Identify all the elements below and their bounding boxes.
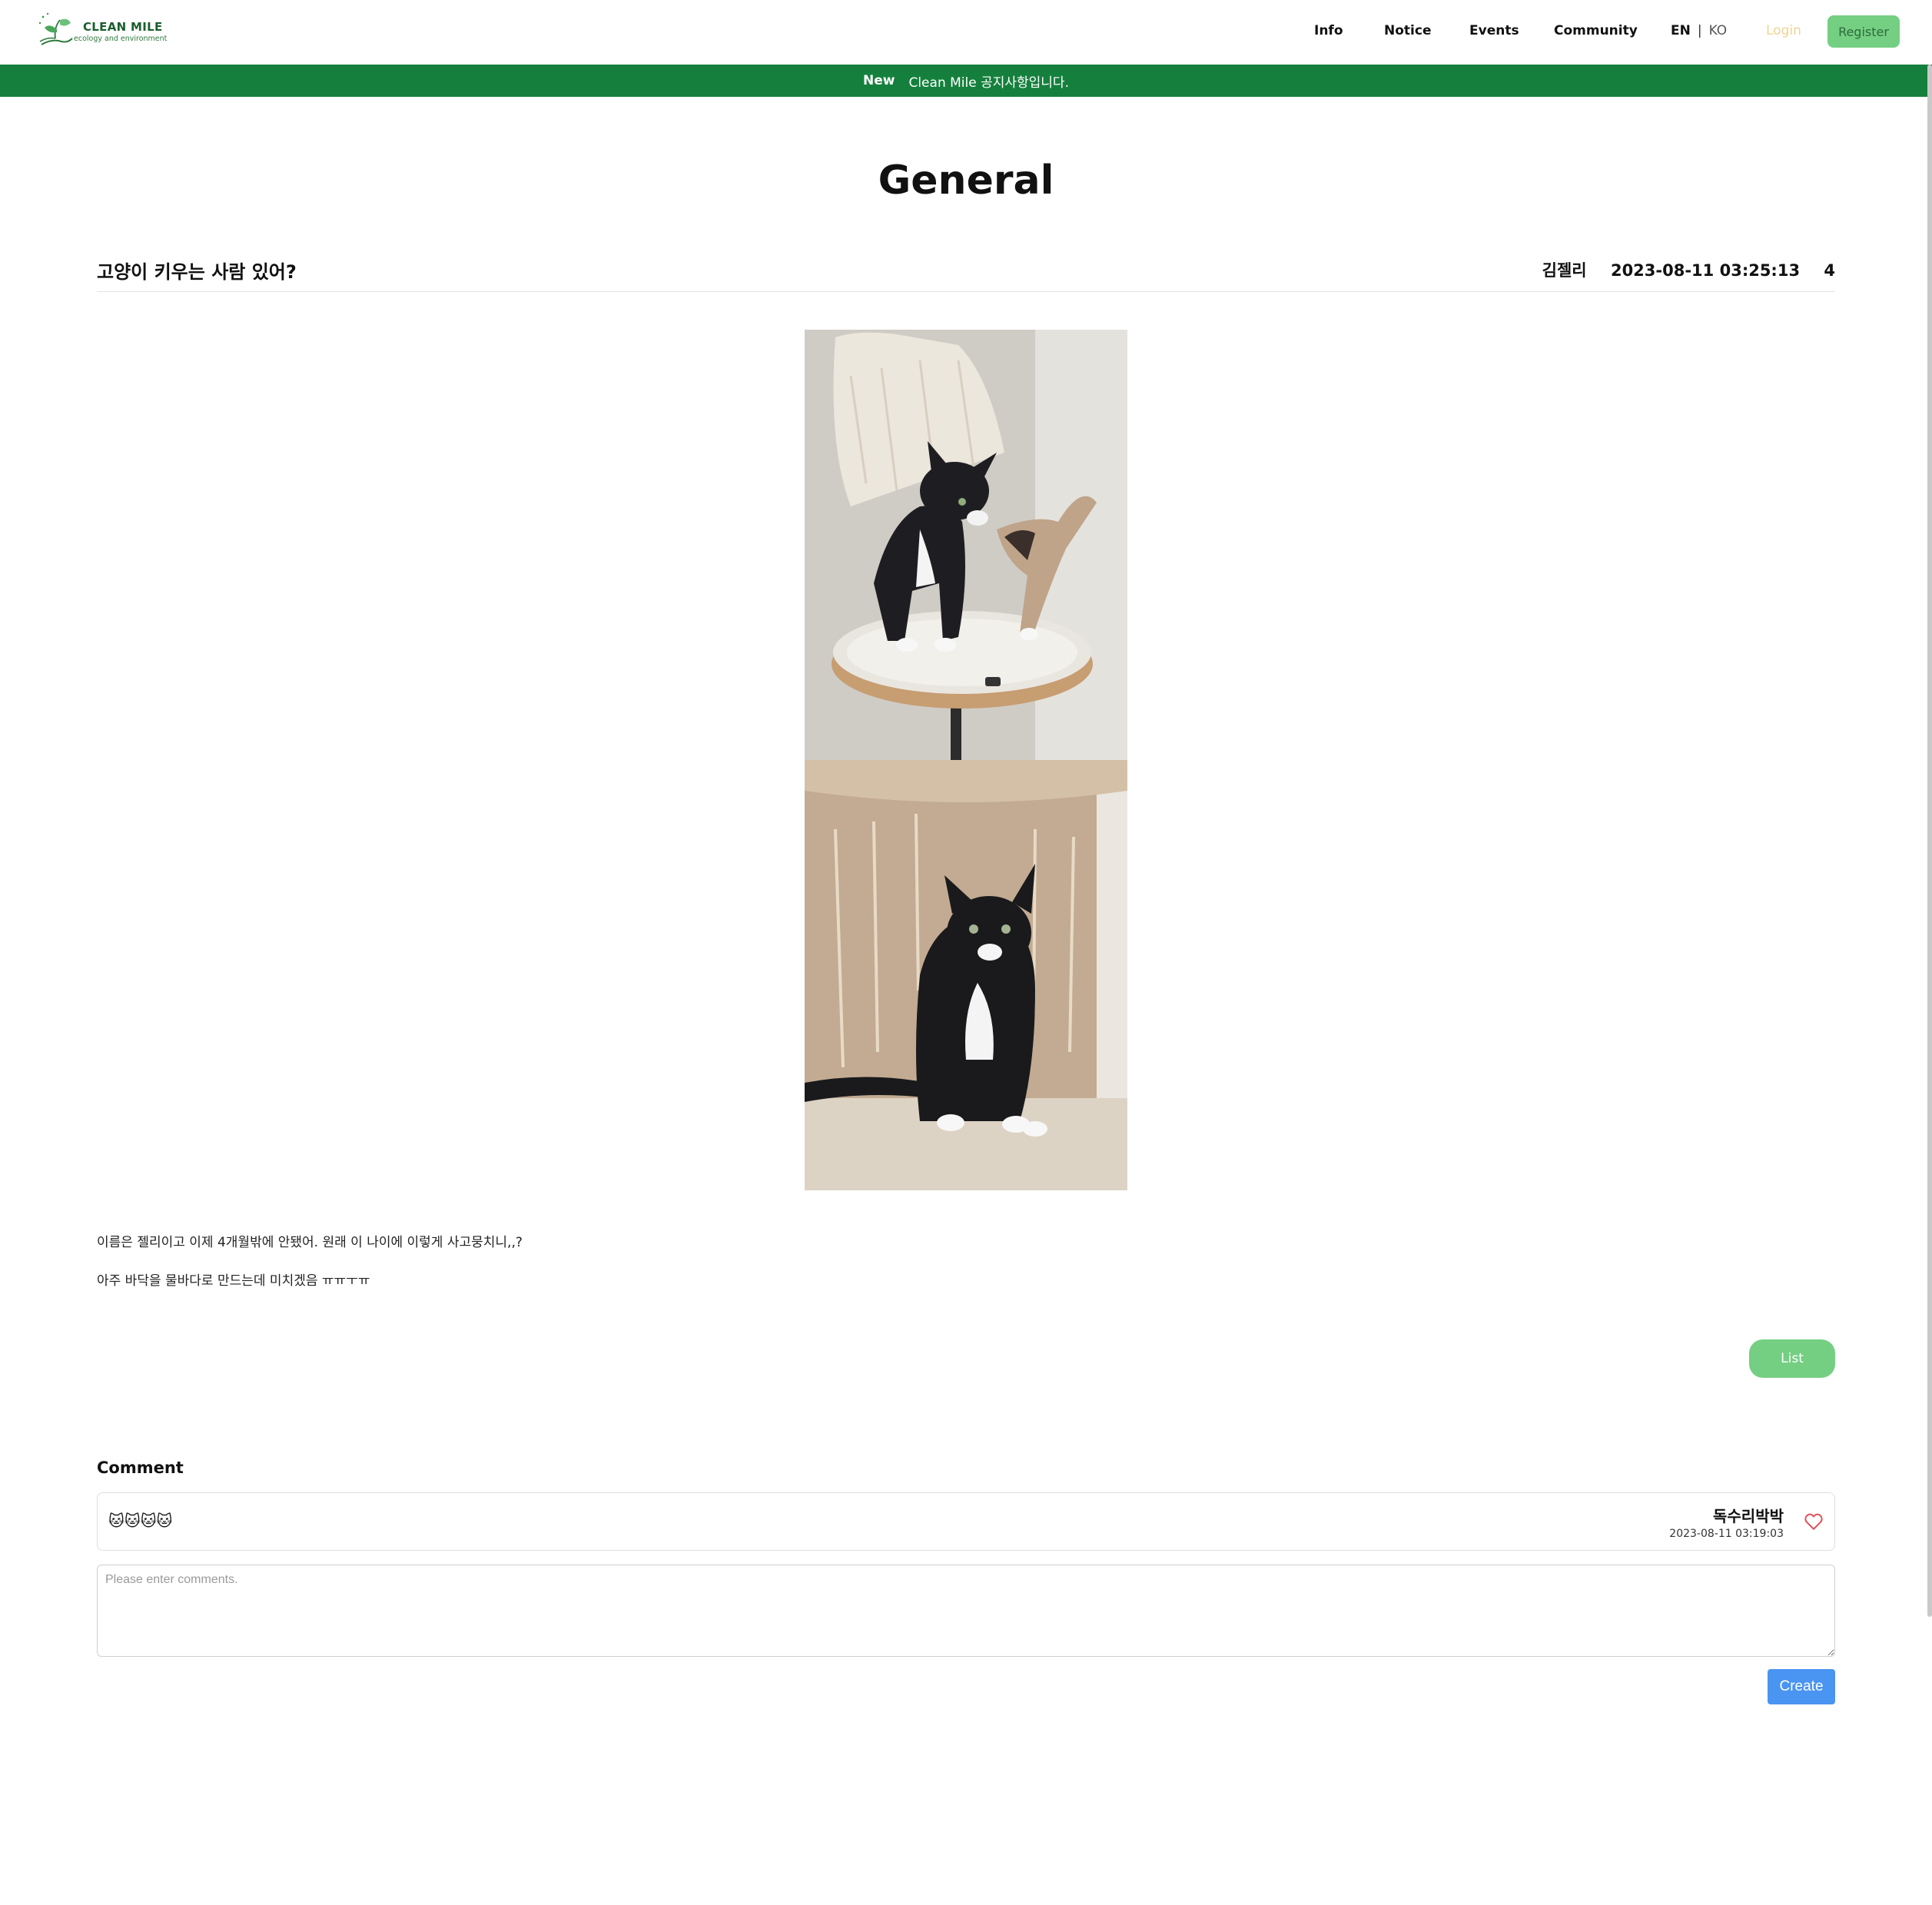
nav-info[interactable]: Info <box>1314 23 1343 38</box>
post-photo-kitten-on-platform <box>805 330 1127 760</box>
logo-leaf-icon <box>38 12 73 45</box>
lang-separator: | <box>1697 23 1702 38</box>
list-button[interactable]: List <box>1749 1339 1835 1378</box>
lang-ko[interactable]: KO <box>1709 23 1728 38</box>
heart-icon[interactable] <box>1804 1512 1824 1532</box>
comment-author: 독수리박박 <box>1713 1507 1784 1525</box>
nav-community[interactable]: Community <box>1554 23 1638 38</box>
post-body: 이름은 젤리이고 이제 4개월밖에 안됐어. 원래 이 나이에 이렇게 사고뭉치… <box>97 1223 523 1300</box>
notice-new-badge: New <box>863 73 895 88</box>
post-author: 김젤리 <box>1542 261 1587 280</box>
page-title: General <box>878 158 1054 204</box>
language-switcher: EN | KO <box>1671 23 1727 38</box>
notice-text: Clean Mile 공지사항입니다. <box>908 75 1069 91</box>
lang-en[interactable]: EN <box>1671 23 1691 38</box>
post-date: 2023-08-11 03:25:13 <box>1610 261 1801 280</box>
post-views: 4 <box>1824 261 1835 280</box>
page-scrollbar[interactable] <box>1927 65 1932 1617</box>
nav-notice[interactable]: Notice <box>1384 23 1431 38</box>
site-header: CLEAN MILE ecology and environment Info … <box>0 0 1932 65</box>
register-button[interactable]: Register <box>1827 15 1900 48</box>
comment-date: 2023-08-11 03:19:03 <box>1669 1528 1784 1540</box>
logo-subtitle: ecology and environment <box>74 35 168 43</box>
comment-section-label: Comment <box>97 1459 184 1477</box>
post-meta: 김젤리 2023-08-11 03:25:13 4 <box>1524 258 1835 281</box>
logo-title: CLEAN MILE <box>83 20 163 34</box>
post-body-line: 아주 바닥을 물바다로 만드는데 미치겠음 ㅠㅠㅜㅠ <box>97 1273 370 1289</box>
site-logo[interactable]: CLEAN MILE ecology and environment <box>37 11 168 52</box>
login-link[interactable]: Login <box>1766 23 1801 38</box>
create-comment-button[interactable]: Create <box>1768 1669 1835 1704</box>
comment-item: 🐱🐱🐱🐱 독수리박박 2023-08-11 03:19:03 <box>97 1492 1835 1551</box>
post-header: 고양이 키우는 사람 있어? 김젤리 2023-08-11 03:25:13 4 <box>97 254 1835 292</box>
post-body-line: 이름은 젤리이고 이제 4개월밖에 안됐어. 원래 이 나이에 이렇게 사고뭉치… <box>97 1235 523 1250</box>
comment-text: 🐱🐱🐱🐱 <box>108 1512 173 1530</box>
nav-events[interactable]: Events <box>1469 23 1519 38</box>
comment-input[interactable] <box>97 1565 1835 1657</box>
post-title: 고양이 키우는 사람 있어? <box>97 261 297 283</box>
notice-banner[interactable]: New Clean Mile 공지사항입니다. <box>0 65 1932 97</box>
post-photo-kitten-sitting <box>805 760 1127 1190</box>
